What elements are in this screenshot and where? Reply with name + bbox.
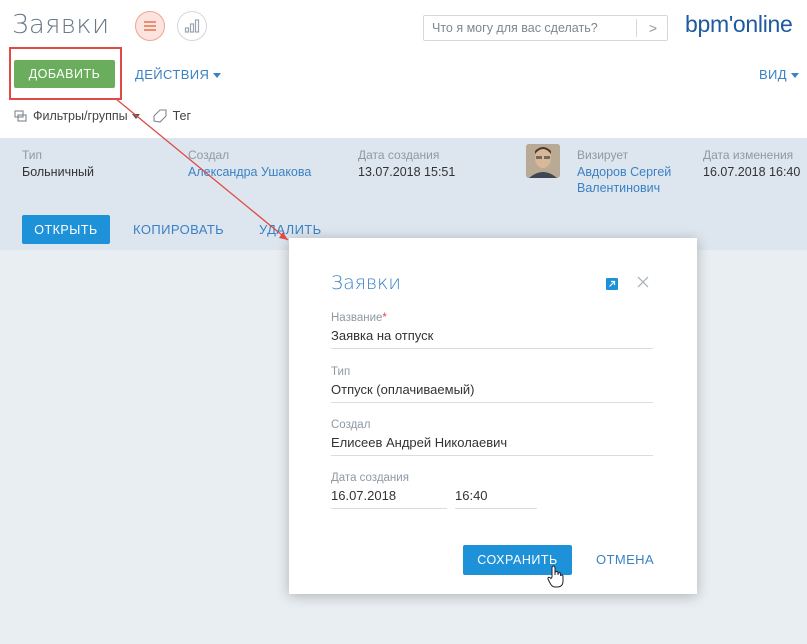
created-by-field-value[interactable]: Елисеев Андрей Николаевич [331,435,653,455]
record-created-by-link[interactable]: Александра Ушакова [188,165,311,179]
chart-view-icon [184,19,200,33]
record-approver-label: Визирует [577,148,629,162]
filter-groups-label: Фильтры/группы [33,109,128,123]
type-field-value[interactable]: Отпуск (оплачиваемый) [331,382,653,402]
header: Заявки Что я могу для вас сделать? > bpm… [0,0,807,50]
record-created-on-value: 13.07.2018 15:51 [358,165,456,179]
caret-down-icon [131,114,140,120]
tag-icon [152,109,168,123]
time-input-value: 16:40 [455,488,488,503]
record-created-on: Дата создания 13.07.2018 15:51 [358,148,455,179]
name-field-label: Название* [331,312,653,324]
list-view-button[interactable] [135,11,165,41]
actions-label: ДЕЙСТВИЯ [135,67,210,82]
record-approver: Визирует Авдоров Сергей Валентинович [577,148,671,195]
record-modified-on-label: Дата изменения [703,148,794,162]
mini-page-modal: Заявки Название* Заявка на отпуск Тип От… [289,238,697,594]
required-marker: * [382,312,387,324]
page-title: Заявки [12,10,110,40]
filter-bar: Фильтры/группы Тег [14,109,191,123]
filter-groups-button[interactable]: Фильтры/группы [33,109,140,123]
logo: bpm'online [685,11,793,37]
name-field[interactable]: Название* Заявка на отпуск [331,312,653,349]
open-button[interactable]: ОТКРЫТЬ [22,215,110,244]
actions-menu-button[interactable]: ДЕЙСТВИЯ [135,67,222,82]
chart-view-button[interactable] [177,11,207,41]
view-label: ВИД [758,67,787,82]
type-field-label: Тип [331,366,351,378]
date-field-label: Дата создания [331,472,409,484]
date-input[interactable]: 16.07.2018 [331,488,447,509]
record-approver-link-2[interactable]: Валентинович [577,181,671,195]
type-field[interactable]: Тип Отпуск (оплачиваемый) [331,366,653,403]
close-icon[interactable] [635,274,651,290]
date-field: Дата создания 16.07.2018 16:40 [331,472,653,512]
record-approver-link-1[interactable]: Авдоров Сергей [577,165,671,179]
copy-button[interactable]: КОПИРОВАТЬ [133,222,224,237]
record-modified-on-value: 16.07.2018 16:40 [703,165,801,179]
caret-down-icon [213,73,222,79]
search-placeholder: Что я могу для вас сделать? [432,21,598,35]
hand-cursor-icon [546,565,566,594]
record-type: Тип Больничный [22,148,94,179]
expand-icon[interactable] [606,278,618,290]
name-label-text: Название [331,312,383,324]
record-type-label: Тип [22,148,43,162]
avatar [526,144,560,178]
chevron-right-icon[interactable]: > [649,20,657,36]
time-input[interactable]: 16:40 [455,488,537,509]
delete-button[interactable]: УДАЛИТЬ [259,222,322,237]
record-type-value: Больничный [22,165,94,179]
date-time-row: 16.07.2018 16:40 [331,488,653,512]
tag-button[interactable]: Тег [173,109,191,123]
modal-title: Заявки [331,272,401,294]
record-panel: Тип Больничный Создал Александра Ушакова… [0,138,807,250]
date-input-value: 16.07.2018 [331,488,397,503]
cancel-button[interactable]: ОТМЕНА [596,552,654,567]
add-button-highlight [9,47,122,100]
name-field-value[interactable]: Заявка на отпуск [331,328,653,348]
search-input[interactable]: Что я могу для вас сделать? > [423,15,668,41]
created-by-field[interactable]: Создал Елисеев Андрей Николаевич [331,419,653,456]
filter-icon [14,109,28,123]
record-created-by-label: Создал [188,148,230,162]
search-divider [636,19,637,37]
record-created-on-label: Дата создания [358,148,440,162]
record-created-by: Создал Александра Ушакова [188,148,311,179]
record-modified-on: Дата изменения 16.07.2018 16:40 [703,148,800,179]
caret-down-icon [791,73,799,79]
list-view-icon [144,21,156,31]
created-by-field-label: Создал [331,419,371,431]
view-menu-button[interactable]: ВИД [759,67,799,82]
